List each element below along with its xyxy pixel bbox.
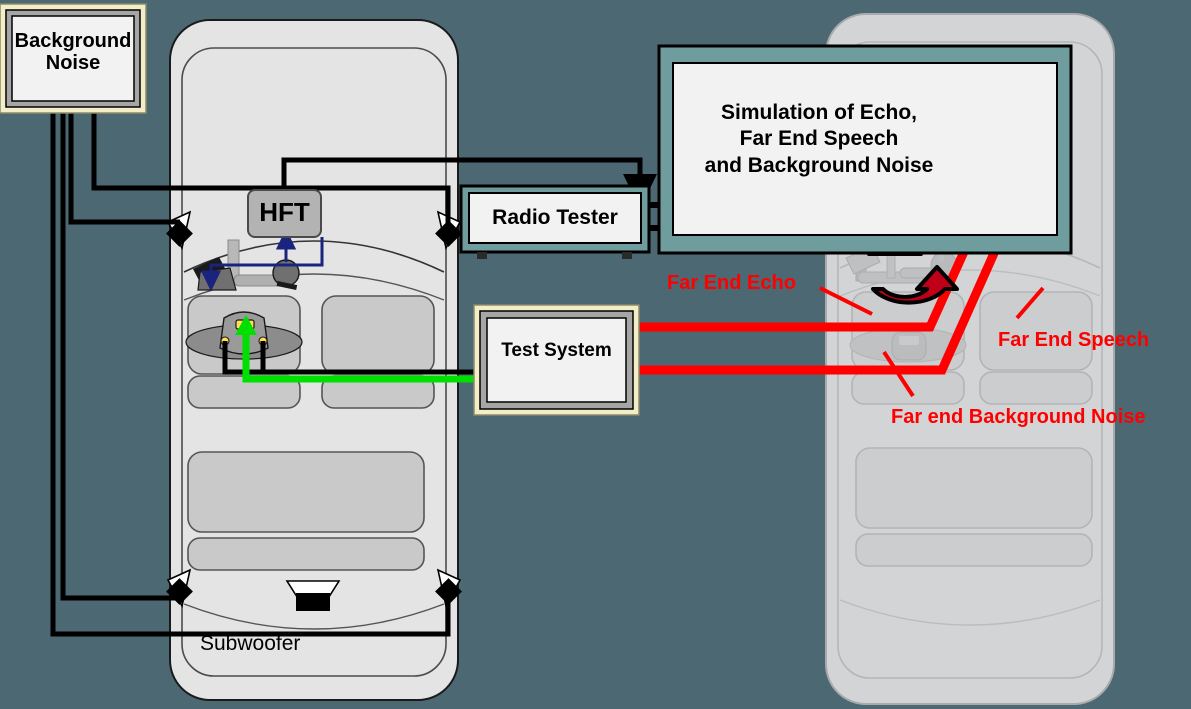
rear-bench-seat <box>187 451 425 571</box>
passenger-seat <box>321 295 435 409</box>
near-end-car <box>166 19 462 701</box>
test-system-box[interactable] <box>473 304 640 416</box>
background-noise-box[interactable] <box>0 3 147 114</box>
diagram-svg <box>0 3 1115 705</box>
simulation-box[interactable] <box>657 44 1073 255</box>
radio-tester-box[interactable] <box>459 184 651 259</box>
diagram-canvas: Background Noise HFT Radio Tester Test S… <box>0 0 1191 709</box>
hft-unit[interactable] <box>247 189 322 238</box>
